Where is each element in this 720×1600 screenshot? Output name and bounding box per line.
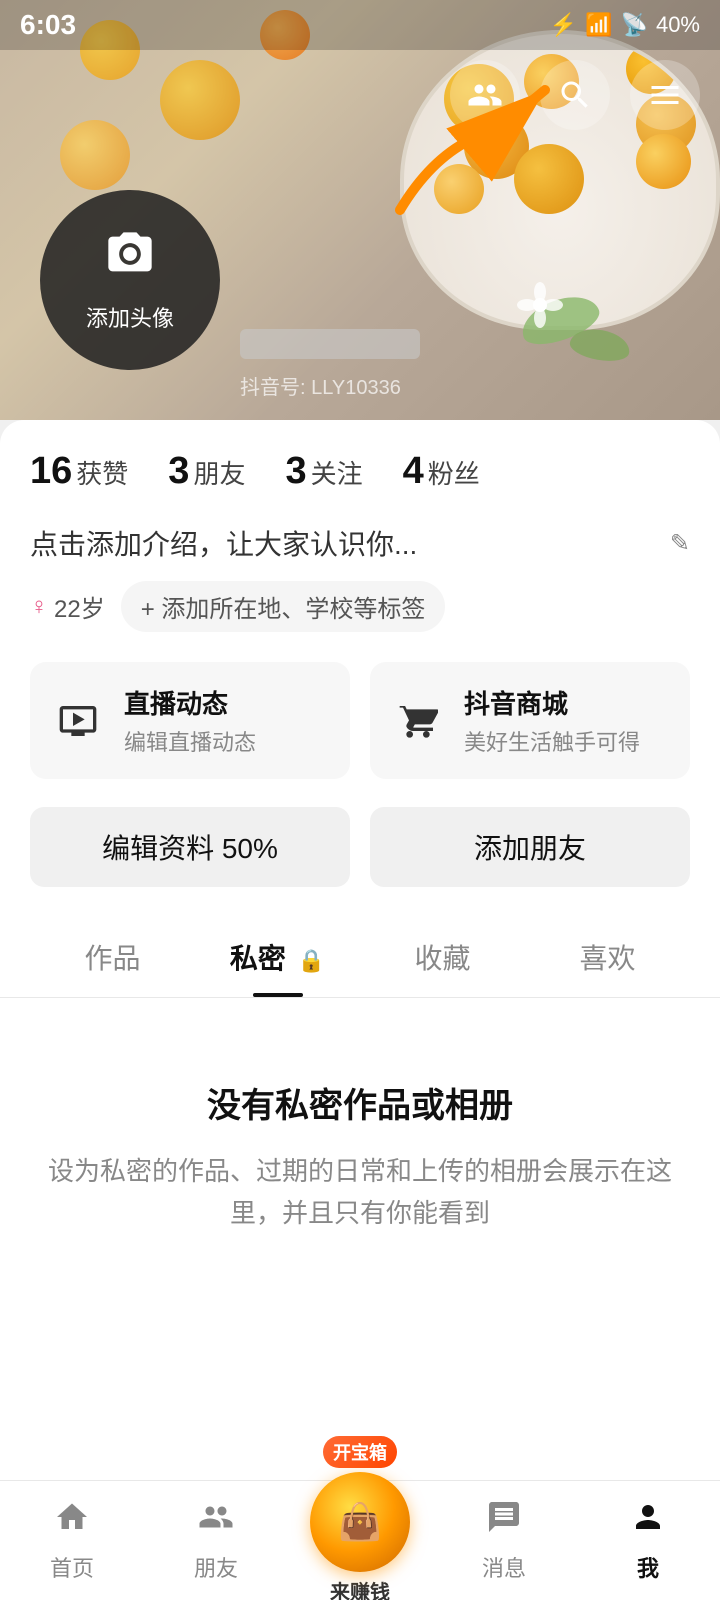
tab-likes-label: 喜欢 — [579, 943, 635, 974]
tab-private[interactable]: 私密 🔒 — [195, 917, 360, 997]
signal-icon: 📡 — [621, 12, 648, 38]
messages-nav-icon — [486, 1499, 522, 1545]
edit-bio-icon[interactable]: ✎ — [670, 529, 690, 558]
friends-nav-label: 朋友 — [194, 1551, 238, 1583]
search-button[interactable] — [540, 60, 610, 130]
bio-section[interactable]: 点击添加介绍，让大家认识你... ✎ — [30, 523, 690, 563]
empty-title: 没有私密作品或相册 — [40, 1078, 680, 1127]
add-friend-button[interactable]: 添加朋友 — [370, 807, 690, 887]
nav-earn[interactable]: 开宝箱 👜 来赚钱 — [288, 1436, 432, 1600]
followers-count: 4 — [403, 450, 424, 493]
add-tags-button[interactable]: + 添加所在地、学校等标签 — [121, 581, 446, 632]
header-banner: 添加头像 抖音号: LLY10336 — [0, 0, 720, 420]
status-bar: 6:03 ⚡ 📶 📡 40% — [0, 0, 720, 50]
tab-likes[interactable]: 喜欢 — [525, 917, 690, 997]
nav-messages[interactable]: 消息 — [432, 1481, 576, 1600]
friends-count: 3 — [168, 450, 189, 493]
stat-followers[interactable]: 4 粉丝 — [403, 450, 480, 493]
stat-friends[interactable]: 3 朋友 — [168, 450, 245, 493]
likes-count: 16 — [30, 450, 72, 493]
following-label: 关注 — [311, 454, 363, 491]
flower-decoration — [515, 280, 565, 330]
shop-subtitle: 美好生活触手可得 — [464, 725, 640, 757]
stat-likes[interactable]: 16 获赞 — [30, 450, 128, 493]
lock-icon: 🔒 — [298, 948, 325, 973]
likes-label: 获赞 — [76, 454, 128, 491]
friends-nav-icon — [198, 1499, 234, 1545]
menu-button[interactable] — [630, 60, 700, 130]
earn-nav-label: 来赚钱 — [330, 1576, 390, 1600]
shop-feature-card[interactable]: 抖音商城 美好生活触手可得 — [370, 662, 690, 779]
live-subtitle: 编辑直播动态 — [124, 725, 256, 757]
following-count: 3 — [285, 450, 306, 493]
bluetooth-icon: ⚡ — [550, 12, 577, 38]
camera-icon — [104, 228, 156, 293]
tab-works[interactable]: 作品 — [30, 917, 195, 997]
me-nav-icon — [630, 1499, 666, 1545]
empty-state: 没有私密作品或相册 设为私密的作品、过期的日常和上传的相册会展示在这里，并且只有… — [0, 998, 720, 1294]
action-buttons: 编辑资料 50% 添加朋友 — [30, 807, 690, 887]
status-time: 6:03 — [20, 9, 76, 41]
shop-title: 抖音商城 — [464, 684, 640, 721]
me-nav-label: 我 — [637, 1551, 659, 1583]
status-icons: ⚡ 📶 📡 40% — [550, 12, 700, 38]
gender-age-tag: ♀ 22岁 — [30, 589, 105, 624]
tab-private-label: 私密 — [230, 943, 286, 974]
earn-badge: 开宝箱 — [323, 1436, 397, 1468]
feature-cards: 直播动态 编辑直播动态 抖音商城 美好生活触手可得 — [30, 662, 690, 779]
wifi-icon: 📶 — [585, 12, 612, 38]
stat-following[interactable]: 3 关注 — [285, 450, 362, 493]
bio-text: 点击添加介绍，让大家认识你... — [30, 523, 658, 563]
battery-level: 40% — [656, 12, 700, 38]
home-icon — [54, 1499, 90, 1545]
tab-works-label: 作品 — [84, 943, 140, 974]
edit-profile-button[interactable]: 编辑资料 50% — [30, 807, 350, 887]
contacts-button[interactable] — [450, 60, 520, 130]
live-feature-card[interactable]: 直播动态 编辑直播动态 — [30, 662, 350, 779]
avatar-button[interactable]: 添加头像 — [40, 190, 220, 370]
followers-label: 粉丝 — [428, 454, 480, 491]
fruit-decoration — [60, 120, 130, 190]
stats-row: 16 获赞 3 朋友 3 关注 4 粉丝 — [30, 450, 690, 493]
tags-row: ♀ 22岁 + 添加所在地、学校等标签 — [30, 581, 690, 632]
live-card-text: 直播动态 编辑直播动态 — [124, 684, 256, 757]
add-tags-label: + 添加所在地、学校等标签 — [141, 589, 426, 624]
bag-icon: 👜 — [338, 1501, 383, 1543]
profile-content: 16 获赞 3 朋友 3 关注 4 粉丝 点击添加介绍，让大家认识你... ✎ … — [0, 420, 720, 998]
nav-friends[interactable]: 朋友 — [144, 1481, 288, 1600]
messages-nav-label: 消息 — [482, 1551, 526, 1583]
shop-icon — [390, 693, 446, 749]
blurred-username — [240, 329, 420, 359]
tab-favorites[interactable]: 收藏 — [360, 917, 525, 997]
banner-actions — [450, 60, 700, 130]
fruit-decoration — [160, 60, 240, 140]
live-title: 直播动态 — [124, 684, 256, 721]
user-id-section: 抖音号: LLY10336 — [240, 329, 420, 400]
tabs-bar: 作品 私密 🔒 收藏 喜欢 — [0, 917, 720, 998]
user-id-text: 抖音号: LLY10336 — [240, 377, 401, 399]
earn-button[interactable]: 👜 — [310, 1472, 410, 1572]
nav-home[interactable]: 首页 — [0, 1481, 144, 1600]
shop-card-text: 抖音商城 美好生活触手可得 — [464, 684, 640, 757]
home-label: 首页 — [50, 1551, 94, 1583]
friends-label: 朋友 — [193, 454, 245, 491]
empty-description: 设为私密的作品、过期的日常和上传的相册会展示在这里，并且只有你能看到 — [40, 1151, 680, 1234]
live-icon — [50, 693, 106, 749]
avatar-section[interactable]: 添加头像 — [40, 190, 220, 370]
nav-me[interactable]: 我 — [576, 1481, 720, 1600]
age-text: 22岁 — [54, 589, 105, 624]
tab-favorites-label: 收藏 — [414, 943, 470, 974]
gender-icon: ♀ — [30, 593, 48, 621]
add-avatar-label: 添加头像 — [86, 301, 174, 333]
bottom-nav: 首页 朋友 开宝箱 👜 来赚钱 消息 我 — [0, 1480, 720, 1600]
